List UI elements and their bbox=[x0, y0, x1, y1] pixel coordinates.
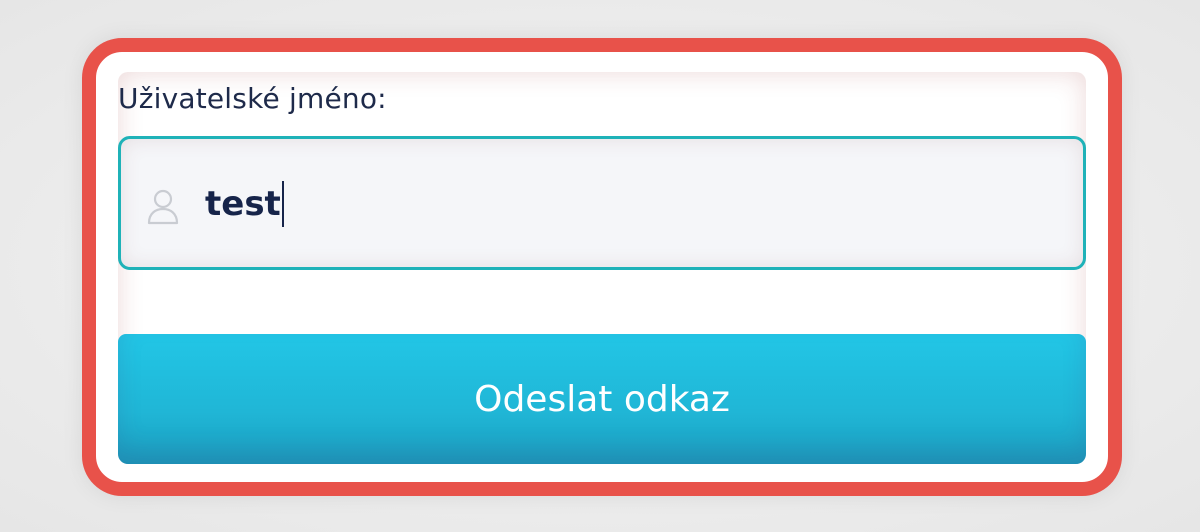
username-value: test bbox=[205, 179, 284, 229]
username-input[interactable]: test bbox=[118, 136, 1086, 270]
page: Uživatelské jméno: test Odeslat odkaz bbox=[0, 0, 1200, 532]
submit-link-button[interactable]: Odeslat odkaz bbox=[118, 334, 1086, 464]
reset-form: Uživatelské jméno: test Odeslat odkaz bbox=[118, 72, 1086, 464]
username-label: Uživatelské jméno: bbox=[118, 82, 387, 115]
user-icon bbox=[145, 187, 181, 227]
username-value-text: test bbox=[205, 184, 281, 224]
text-caret bbox=[281, 180, 284, 227]
